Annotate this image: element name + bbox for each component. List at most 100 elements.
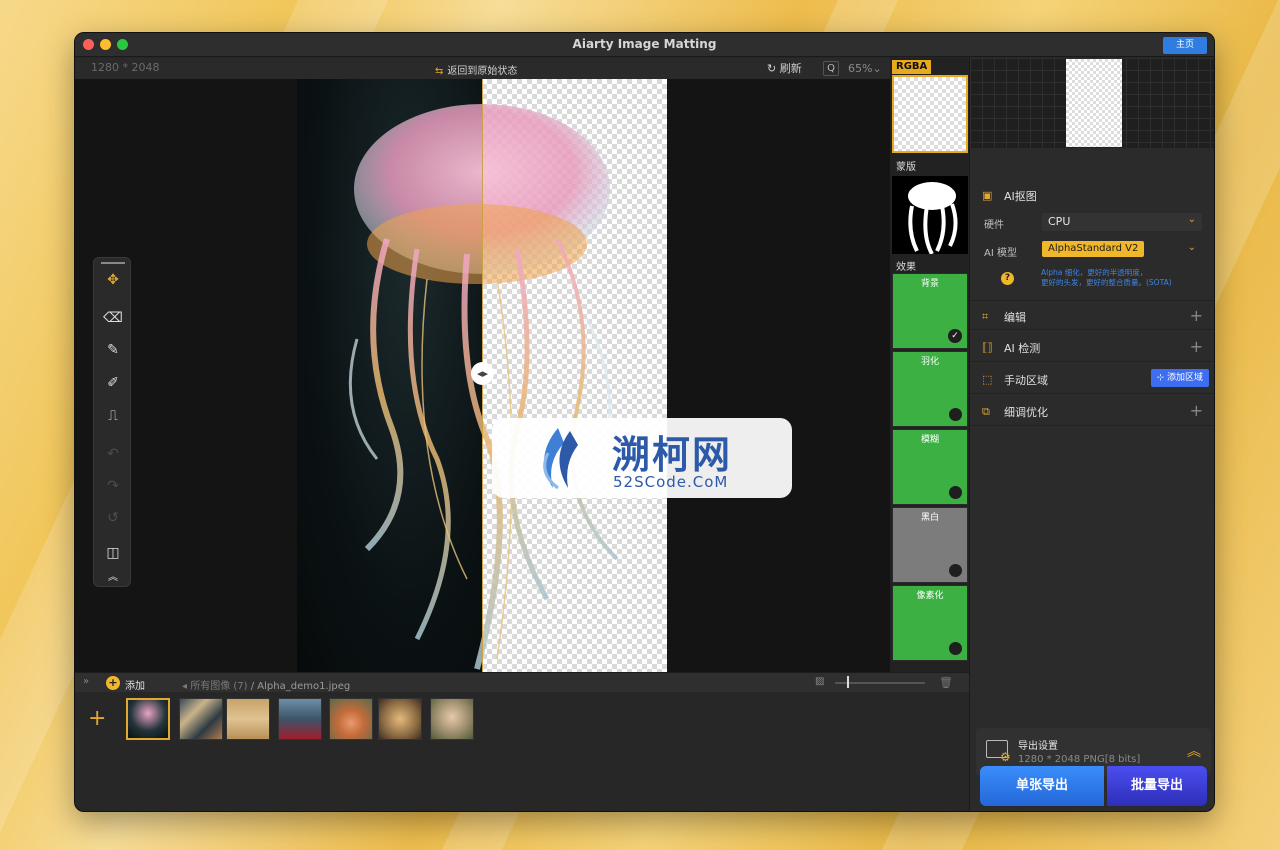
paint-tool-icon[interactable]: ✐ xyxy=(103,373,123,393)
zoom-value: 65% xyxy=(848,62,873,75)
output-preview xyxy=(970,58,1214,148)
swap-icon: ⇆ xyxy=(435,66,444,77)
all-images-link[interactable]: 所有图像 (7) xyxy=(190,681,247,692)
thumbnail-red-dress[interactable] xyxy=(278,698,322,740)
image-canvas[interactable]: ◂▸ ✥ ⌫ ✎ ✐ ⎍ ↶ ↷ ↺ ◫ ︽ 溯柯网 52SCode.CoM xyxy=(75,79,890,672)
rgba-preview[interactable] xyxy=(892,75,968,153)
effects-panel: RGBA 蒙版 效果 背景 ✓ 羽化 模糊 黑白 像素化 xyxy=(890,58,969,672)
current-file: / Alpha_demo1.jpeg xyxy=(250,681,351,692)
breadcrumb: ◂ 所有图像 (7) / Alpha_demo1.jpeg xyxy=(182,677,350,692)
checked-icon: ✓ xyxy=(948,329,962,343)
palette-drag-bar[interactable] xyxy=(101,262,125,264)
batch-export-button[interactable]: 批量导出 xyxy=(1107,766,1207,806)
ai-matting-section: ▣ AI抠图 xyxy=(970,180,1214,210)
image-strip: + xyxy=(75,692,969,811)
watermark-subtitle: 52SCode.CoM xyxy=(613,473,729,491)
unchecked-icon xyxy=(949,564,962,577)
undo-icon[interactable]: ↶ xyxy=(103,444,123,464)
effect-bw-card[interactable]: 黑白 xyxy=(892,507,968,583)
help-icon[interactable]: ? xyxy=(1001,272,1014,285)
edit-label: 编辑 xyxy=(1004,311,1026,324)
unchecked-icon xyxy=(949,408,962,421)
effect-pixelate-card[interactable]: 像素化 xyxy=(892,585,968,661)
rgba-tab[interactable]: RGBA xyxy=(892,60,932,74)
expand-plus-icon[interactable]: + xyxy=(1190,306,1203,325)
add-area-button[interactable]: ⊹ 添加区域 xyxy=(1150,369,1209,387)
help-line: 更好的头发，更好的整合质量。(SOTA) xyxy=(1041,278,1172,287)
effect-label: 羽化 xyxy=(920,357,939,367)
chevron-up-icon[interactable]: ︽ xyxy=(1187,741,1201,761)
thumbnail-feathers[interactable] xyxy=(179,698,223,740)
thumbnail-floral-woman[interactable] xyxy=(430,698,474,740)
back-icon[interactable]: ◂ xyxy=(182,681,190,692)
ai-matting-label: AI抠图 xyxy=(1004,190,1037,203)
model-value: AlphaStandard V2 xyxy=(1042,241,1145,257)
title-bar: Aiarty Image Matting 主页 xyxy=(75,33,1214,57)
image-icon: ▣ xyxy=(982,189,993,202)
unchecked-icon xyxy=(949,486,962,499)
gear-icon: ⚙ xyxy=(1000,750,1011,764)
export-settings-title: 导出设置 xyxy=(1018,741,1058,752)
fit-view-icon[interactable]: ◫ xyxy=(103,543,123,563)
add-image-icon[interactable]: + xyxy=(88,706,106,731)
ai-detect-section[interactable]: ⟦⟧ AI 检测 + xyxy=(970,332,1214,362)
ai-detect-icon: ⟦⟧ xyxy=(982,341,993,354)
effect-background-card[interactable]: 背景 ✓ xyxy=(892,273,968,349)
brush-tool-icon[interactable]: ✎ xyxy=(103,340,123,360)
eraser-tool-icon[interactable]: ⌫ xyxy=(103,308,123,328)
collapse-icon[interactable]: » xyxy=(83,676,89,687)
move-tool-icon[interactable]: ✥ xyxy=(103,270,123,290)
add-icon[interactable]: + xyxy=(106,676,120,690)
add-area-label: 添加区域 xyxy=(1166,373,1203,383)
redo-icon[interactable]: ↷ xyxy=(103,476,123,496)
zoom-select[interactable]: 65%⌄ xyxy=(848,62,882,75)
refresh-label: 刷新 xyxy=(779,62,802,75)
roller-tool-icon[interactable]: ⎍ xyxy=(103,406,123,426)
watermark-overlay: 溯柯网 52SCode.CoM xyxy=(492,418,792,498)
collapse-icon[interactable]: ︽ xyxy=(103,568,123,588)
refine-section[interactable]: ⧉ 细调优化 + xyxy=(970,396,1214,426)
home-button[interactable]: 主页 xyxy=(1163,37,1207,54)
trash-icon[interactable]: 🗑 xyxy=(939,676,953,689)
canvas-toolbar: 1280 * 2048 ⇆ 返回到原始状态 ↻ 刷新 Q 65%⌄ xyxy=(75,58,890,79)
mask-preview[interactable] xyxy=(892,176,968,255)
thumbnail-bicycle[interactable] xyxy=(226,698,270,740)
expand-plus-icon[interactable]: + xyxy=(1190,401,1203,420)
reset-icon[interactable]: ↺ xyxy=(103,508,123,528)
hardware-select[interactable]: CPU ⌄ xyxy=(1042,213,1202,231)
refresh-button[interactable]: ↻ 刷新 xyxy=(767,60,802,76)
thumbnail-size-icon: ▨ xyxy=(815,676,825,687)
effect-blur-card[interactable]: 模糊 xyxy=(892,429,968,505)
compare-split-handle[interactable]: ◂▸ xyxy=(471,362,494,385)
right-panel: ▣ AI抠图 硬件 CPU ⌄ AI 模型 AlphaStandard V2 ⌄… xyxy=(969,58,1214,811)
effect-label: 模糊 xyxy=(920,435,939,445)
thumbnail-flowers[interactable] xyxy=(329,698,373,740)
image-dimensions: 1280 * 2048 xyxy=(91,61,160,74)
effect-feather-card[interactable]: 羽化 xyxy=(892,351,968,427)
revert-label: 返回到原始状态 xyxy=(447,66,518,77)
hardware-label: 硬件 xyxy=(984,220,1004,231)
effect-label: 背景 xyxy=(920,279,939,289)
expand-plus-icon[interactable]: + xyxy=(1190,337,1203,356)
effect-label: 黑白 xyxy=(920,513,939,523)
file-bar: » + 添加 ◂ 所有图像 (7) / Alpha_demo1.jpeg ▨ 🗑 xyxy=(75,672,969,692)
detect-label: AI 检测 xyxy=(1004,342,1041,355)
single-export-button[interactable]: 单张导出 xyxy=(980,766,1104,806)
refresh-icon: ↻ xyxy=(767,62,780,75)
chevron-down-icon: ⌄ xyxy=(1187,242,1196,253)
app-window: Aiarty Image Matting 主页 1280 * 2048 ⇆ 返回到… xyxy=(74,32,1215,812)
model-select[interactable]: AlphaStandard V2 ⌄ xyxy=(1042,241,1202,259)
revert-button[interactable]: ⇆ 返回到原始状态 xyxy=(435,62,517,77)
thumbnail-golden-woman[interactable] xyxy=(378,698,422,740)
add-button-label[interactable]: 添加 xyxy=(125,677,145,692)
thumbnail-jellyfish[interactable] xyxy=(126,698,170,740)
model-label: AI 模型 xyxy=(984,248,1017,259)
manual-area-section[interactable]: ⬚ 手动区域 ⊹ 添加区域 xyxy=(970,364,1214,394)
mask-silhouette xyxy=(908,182,958,255)
tool-palette: ✥ ⌫ ✎ ✐ ⎍ ↶ ↷ ↺ ◫ ︽ xyxy=(93,257,131,587)
refine-icon: ⧉ xyxy=(982,405,990,418)
zoom-icon[interactable]: Q xyxy=(823,61,839,76)
slider-handle[interactable] xyxy=(847,676,849,688)
export-settings-summary: 1280 * 2048 PNG[8 bits] xyxy=(1018,754,1141,765)
edit-section[interactable]: ⌗ 编辑 + xyxy=(970,300,1214,330)
